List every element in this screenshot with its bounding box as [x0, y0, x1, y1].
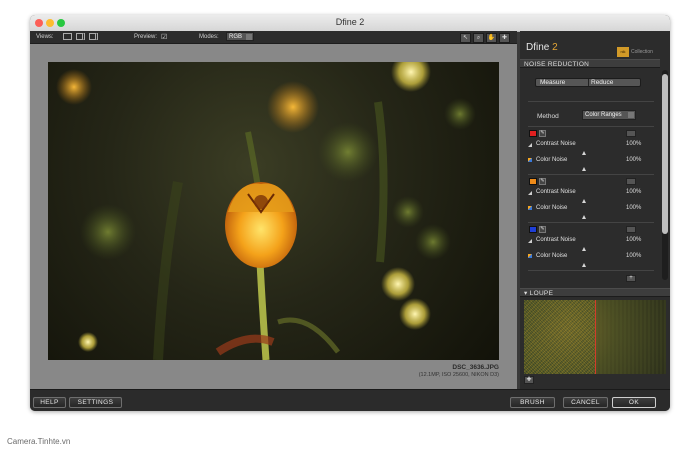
brand-text: Collection: [631, 49, 653, 55]
panel-title-word: Dfine: [526, 42, 550, 53]
title-bar: Dfine 2: [30, 15, 670, 32]
divider: [528, 270, 654, 271]
mode-select[interactable]: RGB: [226, 32, 254, 41]
contrast-noise-value: 100%: [626, 237, 642, 243]
hand-tool-icon[interactable]: ✋: [486, 33, 497, 43]
measure-button[interactable]: Measure: [540, 79, 565, 86]
color-swatch-orange[interactable]: [529, 178, 537, 185]
remove-color-button[interactable]: [626, 178, 636, 185]
remove-color-button[interactable]: [626, 226, 636, 233]
chevron-down-icon: [246, 34, 252, 40]
method-label: Method: [537, 113, 559, 120]
color-swatch-red[interactable]: [529, 130, 537, 137]
contrast-noise-value: 100%: [626, 141, 642, 147]
help-button[interactable]: HELP: [33, 397, 66, 408]
loupe-header[interactable]: ▾ LOUPE: [520, 288, 670, 297]
preview-area[interactable]: DSC_3636.JPG (12.1MP, ISO 25600, NIKON D…: [30, 44, 517, 389]
scrollbar-thumb[interactable]: [662, 74, 668, 234]
nik-collection-brand: nik Collection: [617, 47, 660, 57]
zoom-tool-icon[interactable]: ⌕: [473, 33, 484, 43]
app-window: Dfine 2 Views: Preview: ☑ Modes: RGB ↖ ⌕…: [30, 15, 670, 411]
brush-button[interactable]: BRUSH: [510, 397, 555, 408]
contrast-noise-icon: [528, 143, 532, 147]
contrast-noise-slider[interactable]: [582, 151, 586, 155]
file-name: DSC_3636.JPG: [452, 364, 499, 371]
color-noise-value: 100%: [626, 253, 642, 259]
preview-label: Preview:: [134, 34, 158, 40]
modes-label: Modes:: [199, 34, 219, 40]
contrast-noise-icon: [528, 191, 532, 195]
color-noise-slider[interactable]: [582, 263, 586, 267]
method-select[interactable]: Color Ranges: [582, 110, 636, 120]
panel-title: Dfine 2: [526, 42, 558, 53]
divider: [528, 101, 654, 102]
color-noise-icon: [528, 158, 532, 162]
color-noise-icon: [528, 206, 532, 210]
control-panel: Dfine 2 nik Collection NOISE REDUCTION M…: [520, 31, 670, 389]
ok-button[interactable]: OK: [612, 397, 656, 408]
color-noise-icon: [528, 254, 532, 258]
contrast-noise-icon: [528, 239, 532, 243]
view-side-by-side-button[interactable]: [89, 33, 98, 40]
reduce-button[interactable]: Reduce: [591, 79, 613, 86]
nik-logo: nik: [617, 47, 629, 57]
file-info: (12.1MP, ISO 25600, NIKON D3): [418, 372, 499, 378]
view-single-button[interactable]: [63, 33, 72, 40]
contrast-noise-label: Contrast Noise: [536, 237, 576, 243]
divider: [528, 222, 654, 223]
contrast-noise-value: 100%: [626, 189, 642, 195]
loupe-after: [596, 300, 666, 374]
toolbar: Views: Preview: ☑ Modes: RGB ↖ ⌕ ✋ ✚: [30, 31, 517, 44]
photo-image: [56, 62, 476, 360]
pointer-tool-icon[interactable]: ↖: [460, 33, 471, 43]
add-color-button[interactable]: +: [626, 275, 636, 282]
view-split-button[interactable]: [76, 33, 85, 40]
eyedropper-icon[interactable]: ✎: [539, 178, 546, 185]
panel-title-number: 2: [552, 42, 558, 53]
eyedropper-icon[interactable]: ✎: [539, 226, 546, 233]
color-noise-value: 100%: [626, 205, 642, 211]
color-noise-value: 100%: [626, 157, 642, 163]
divider: [528, 126, 654, 127]
window-title: Dfine 2: [335, 17, 365, 27]
color-noise-label: Color Noise: [536, 157, 568, 163]
crosshair-tool-icon[interactable]: ✚: [499, 33, 510, 43]
loupe-split-line[interactable]: [595, 300, 596, 374]
photo-preview[interactable]: [48, 62, 499, 360]
chevron-down-icon: [628, 112, 634, 118]
mode-value: RGB: [229, 34, 243, 40]
divider: [528, 174, 654, 175]
contrast-noise-label: Contrast Noise: [536, 141, 576, 147]
contrast-noise-label: Contrast Noise: [536, 189, 576, 195]
settings-button[interactable]: SETTINGS: [69, 397, 122, 408]
contrast-noise-slider[interactable]: [582, 199, 586, 203]
bottom-bar: HELP SETTINGS BRUSH CANCEL OK: [30, 389, 670, 411]
loupe-pin-icon[interactable]: ✚: [524, 376, 534, 384]
color-noise-label: Color Noise: [536, 205, 568, 211]
views-label: Views:: [36, 34, 54, 40]
color-noise-slider[interactable]: [582, 215, 586, 219]
contrast-noise-slider[interactable]: [582, 247, 586, 251]
loupe-view[interactable]: [524, 300, 666, 374]
remove-color-button[interactable]: [626, 130, 636, 137]
method-value: Color Ranges: [585, 112, 622, 118]
loupe-heading: LOUPE: [529, 290, 554, 297]
panel-scrollbar[interactable]: [662, 70, 668, 280]
color-noise-slider[interactable]: [582, 167, 586, 171]
noise-reduction-header[interactable]: NOISE REDUCTION: [520, 59, 660, 68]
measure-reduce-toggle: Measure Reduce: [535, 78, 641, 87]
segment-divider: [588, 79, 589, 86]
color-noise-label: Color Noise: [536, 253, 568, 259]
preview-checkbox-icon[interactable]: ☑: [161, 33, 167, 41]
watermark-text: Camera.Tinhte.vn: [7, 437, 71, 446]
eyedropper-icon[interactable]: ✎: [539, 130, 546, 137]
loupe-before: [524, 300, 595, 374]
color-swatch-blue[interactable]: [529, 226, 537, 233]
cancel-button[interactable]: CANCEL: [563, 397, 608, 408]
